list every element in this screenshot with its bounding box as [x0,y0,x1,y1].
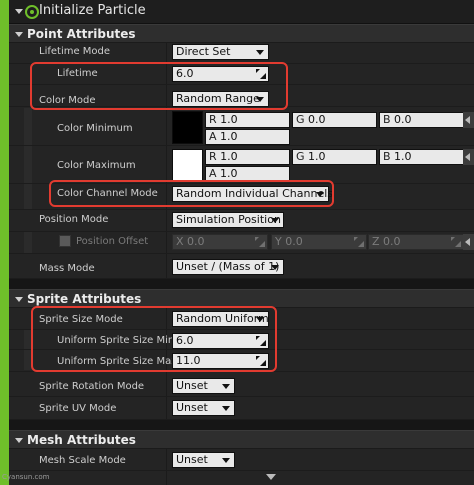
b-letter: B [383,113,391,126]
position-offset-z-field[interactable]: Z 0.0 [368,234,464,250]
position-offset-z-value: 0.0 [383,235,401,248]
mass-mode-label: Mass Mode [39,263,95,274]
r-letter: R [209,113,217,126]
module-enabled-icon[interactable] [25,5,39,19]
g-letter: G [296,113,305,126]
chevron-down-icon[interactable] [266,474,276,480]
position-offset-y-field[interactable]: Y 0.0 [271,234,367,250]
y-letter: Y [275,235,282,248]
color-minimum-g-value: 0.0 [308,113,326,126]
section-gap [9,420,474,430]
section-mesh-attributes[interactable]: Mesh Attributes [9,430,474,449]
reset-to-default-icon[interactable] [463,149,474,165]
collapse-arrow-icon[interactable] [15,9,23,14]
highlight-color-channel [49,180,334,207]
color-maximum-r-field[interactable]: R 1.0 [205,149,290,165]
chevron-down-icon [256,50,264,55]
g-letter: G [296,150,305,163]
z-letter: Z [372,235,380,248]
chevron-down-icon [222,406,230,411]
sprite-rotation-mode-label: Sprite Rotation Mode [39,381,145,392]
section-title: Point Attributes [27,27,136,41]
lifetime-mode-dropdown[interactable]: Direct Set [172,44,269,60]
chevron-down-icon [271,265,279,270]
collapse-arrow-icon[interactable] [15,297,23,302]
reset-to-default-icon[interactable] [463,112,474,128]
sprite-uv-mode-dropdown[interactable]: Unset [172,400,235,416]
color-maximum-g-value: 1.0 [308,150,326,163]
mass-mode-value: Unset / (Mass of 1) [176,260,280,273]
module-title: Initialize Particle [39,3,146,18]
sprite-rotation-mode-dropdown[interactable]: Unset [172,378,235,394]
color-maximum-g-field[interactable]: G 1.0 [292,149,377,165]
mesh-scale-mode-label: Mesh Scale Mode [39,455,126,466]
section-gap [9,279,474,289]
color-minimum-a-field[interactable]: A 1.0 [205,129,290,145]
color-maximum-b-value: 1.0 [394,150,412,163]
mass-mode-dropdown[interactable]: Unset / (Mass of 1) [172,259,284,275]
lifetime-mode-label: Lifetime Mode [39,46,111,57]
color-maximum-label: Color Maximum [57,160,136,171]
a-letter: A [209,167,217,180]
chevron-down-icon [271,218,279,223]
chevron-down-icon [222,458,230,463]
color-minimum-b-field[interactable]: B 0.0 [379,112,464,128]
x-letter: X [176,235,184,248]
color-minimum-b-value: 0.0 [394,113,412,126]
highlight-lifetime-color [30,62,288,110]
color-minimum-a-value: 1.0 [220,130,238,143]
position-offset-label: Position Offset [76,236,149,247]
color-maximum-b-field[interactable]: B 1.0 [379,149,464,165]
position-offset-x-field[interactable]: X 0.0 [172,234,268,250]
collapse-arrow-icon[interactable] [15,32,23,37]
color-maximum-r-value: 1.0 [220,150,238,163]
r-letter: R [209,150,217,163]
expand-icon[interactable] [255,237,265,247]
section-point-attributes[interactable]: Point Attributes [9,24,474,43]
collapse-arrow-icon[interactable] [15,438,23,443]
position-mode-label: Position Mode [39,214,109,225]
sprite-uv-mode-value: Unset [176,401,208,414]
color-minimum-g-field[interactable]: G 0.0 [292,112,377,128]
position-offset-y-value: 0.0 [285,235,303,248]
color-maximum-swatch[interactable] [172,149,203,182]
expand-icon[interactable] [354,237,364,247]
color-minimum-r-field[interactable]: R 1.0 [205,112,290,128]
mesh-scale-mode-value: Unset [176,453,208,466]
expand-icon[interactable] [451,237,461,247]
position-offset-x-value: 0.0 [187,235,205,248]
sprite-uv-mode-label: Sprite UV Mode [39,403,117,414]
position-mode-value: Simulation Position [176,213,281,226]
color-minimum-label: Color Minimum [57,123,133,134]
module-title-bar[interactable]: Initialize Particle [9,0,474,24]
color-minimum-swatch[interactable] [172,111,203,144]
reset-to-default-icon[interactable] [463,234,474,250]
module-accent-bar [0,0,9,485]
lifetime-mode-value: Direct Set [176,45,231,58]
b-letter: B [383,150,391,163]
position-offset-checkbox[interactable] [59,235,71,247]
a-letter: A [209,130,217,143]
watermark: Cyansun.com [2,473,50,481]
mesh-scale-mode-dropdown[interactable]: Unset [172,452,235,468]
section-title: Mesh Attributes [27,433,136,447]
section-title: Sprite Attributes [27,292,142,306]
highlight-sprite-size [31,306,277,372]
color-minimum-r-value: 1.0 [220,113,238,126]
position-mode-dropdown[interactable]: Simulation Position [172,212,284,228]
color-maximum-a-value: 1.0 [220,167,238,180]
chevron-down-icon [222,384,230,389]
sprite-rotation-mode-value: Unset [176,379,208,392]
